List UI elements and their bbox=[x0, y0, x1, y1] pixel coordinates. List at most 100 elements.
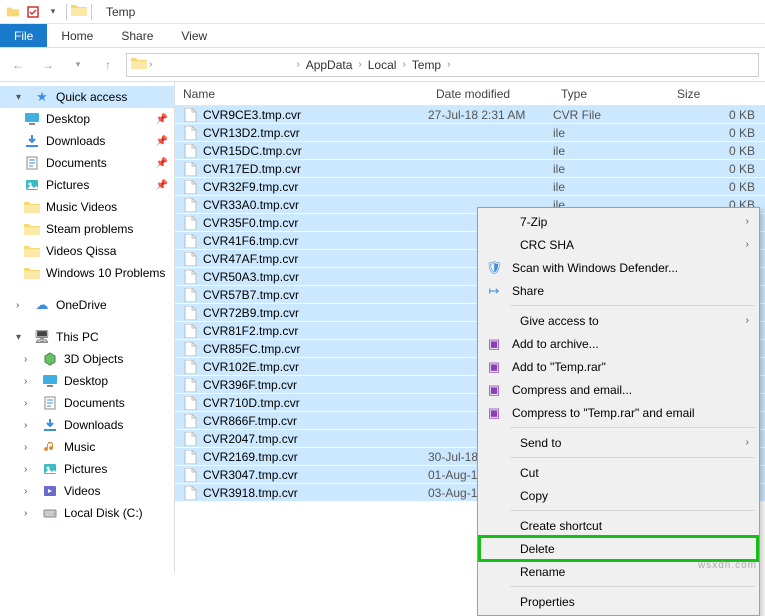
menu-add-archive[interactable]: ▣Add to archive... bbox=[480, 332, 757, 355]
sidebar-item-music-videos[interactable]: Music Videos bbox=[0, 196, 174, 218]
sidebar-item-desktop[interactable]: ›Desktop bbox=[0, 370, 174, 392]
videos-icon bbox=[42, 483, 58, 499]
column-name[interactable]: Name bbox=[175, 87, 428, 101]
chevron-right-icon[interactable]: › bbox=[24, 376, 36, 387]
file-size: 0 KB bbox=[669, 126, 765, 140]
sidebar-item-label: Documents bbox=[46, 156, 107, 170]
back-button[interactable]: ← bbox=[6, 53, 30, 77]
file-name: CVR102E.tmp.cvr bbox=[203, 360, 299, 374]
star-icon: ★ bbox=[34, 89, 50, 105]
chevron-right-icon[interactable]: › bbox=[24, 442, 36, 453]
chevron-down-icon[interactable]: ▾ bbox=[16, 92, 28, 103]
address-bar[interactable]: › › AppData › Local › Temp › bbox=[126, 53, 759, 77]
onedrive-item[interactable]: › ☁ OneDrive bbox=[0, 294, 174, 316]
chevron-right-icon[interactable]: › bbox=[24, 354, 36, 365]
sidebar-item-documents[interactable]: ›Documents bbox=[0, 392, 174, 414]
chevron-right-icon[interactable]: › bbox=[24, 486, 36, 497]
breadcrumb-appdata[interactable]: AppData bbox=[302, 58, 357, 72]
file-row[interactable]: CVR13D2.tmp.cvrile0 KB bbox=[175, 124, 765, 142]
menu-copy[interactable]: Copy bbox=[480, 484, 757, 507]
menu-compress-temprar-email[interactable]: ▣Compress to "Temp.rar" and email bbox=[480, 401, 757, 424]
cloud-icon: ☁ bbox=[34, 297, 50, 313]
sidebar-item-downloads[interactable]: Downloads📌 bbox=[0, 130, 174, 152]
quick-access-header[interactable]: ▾ ★ Quick access bbox=[0, 86, 174, 108]
sidebar-item-steam-problems[interactable]: Steam problems bbox=[0, 218, 174, 240]
menu-7zip[interactable]: 7-Zip› bbox=[480, 210, 757, 233]
menu-defender[interactable]: 🛡Scan with Windows Defender... bbox=[480, 256, 757, 279]
menu-properties[interactable]: Properties bbox=[480, 590, 757, 613]
pin-icon: 📌 bbox=[156, 180, 168, 191]
breadcrumb-temp[interactable]: Temp bbox=[408, 58, 445, 72]
file-type: ile bbox=[553, 180, 669, 194]
file-name: CVR81F2.tmp.cvr bbox=[203, 324, 298, 338]
sidebar-item-downloads[interactable]: ›Downloads bbox=[0, 414, 174, 436]
documents-icon bbox=[42, 395, 58, 411]
pictures-icon bbox=[42, 461, 58, 477]
file-tab[interactable]: File bbox=[0, 24, 47, 47]
folder-icon bbox=[24, 265, 40, 281]
properties-icon[interactable] bbox=[24, 3, 42, 21]
chevron-right-icon[interactable]: › bbox=[24, 508, 36, 519]
titlebar: ▾ Temp bbox=[0, 0, 765, 24]
chevron-right-icon[interactable]: › bbox=[24, 398, 36, 409]
sidebar-item-label: Downloads bbox=[46, 134, 105, 148]
chevron-right-icon: › bbox=[746, 239, 749, 250]
menu-send-to[interactable]: Send to› bbox=[480, 431, 757, 454]
menu-cut[interactable]: Cut bbox=[480, 461, 757, 484]
file-name: CVR2169.tmp.cvr bbox=[203, 450, 298, 464]
share-icon: ↦ bbox=[484, 281, 504, 301]
chevron-right-icon[interactable]: › bbox=[24, 464, 36, 475]
column-date[interactable]: Date modified bbox=[428, 87, 553, 101]
column-type[interactable]: Type bbox=[553, 87, 669, 101]
file-name: CVR17ED.tmp.cvr bbox=[203, 162, 301, 176]
menu-create-shortcut[interactable]: Create shortcut bbox=[480, 514, 757, 537]
this-pc-header[interactable]: ▾ 🖥 This PC bbox=[0, 326, 174, 348]
this-pc-label: This PC bbox=[56, 330, 99, 344]
menu-delete[interactable]: Delete bbox=[480, 537, 757, 560]
sidebar-item-windows-10-problems[interactable]: Windows 10 Problems bbox=[0, 262, 174, 284]
menu-share[interactable]: ↦Share bbox=[480, 279, 757, 302]
downloads-icon bbox=[24, 133, 40, 149]
file-row[interactable]: CVR9CE3.tmp.cvr27-Jul-18 2:31 AMCVR File… bbox=[175, 106, 765, 124]
sidebar-item-videos-qissa[interactable]: Videos Qissa bbox=[0, 240, 174, 262]
chevron-right-icon[interactable]: › bbox=[149, 59, 152, 70]
menu-compress-email[interactable]: ▣Compress and email... bbox=[480, 378, 757, 401]
chevron-down-icon[interactable]: ▾ bbox=[44, 3, 62, 21]
sidebar-item-music[interactable]: ›Music bbox=[0, 436, 174, 458]
column-size[interactable]: Size bbox=[669, 87, 765, 101]
sidebar-item-label: Local Disk (C:) bbox=[64, 506, 143, 520]
file-size: 0 KB bbox=[669, 108, 765, 122]
sidebar-item-documents[interactable]: Documents📌 bbox=[0, 152, 174, 174]
sidebar-item-pictures[interactable]: ›Pictures bbox=[0, 458, 174, 480]
menu-give-access[interactable]: Give access to› bbox=[480, 309, 757, 332]
view-tab[interactable]: View bbox=[167, 24, 221, 47]
sidebar-item-videos[interactable]: ›Videos bbox=[0, 480, 174, 502]
sidebar-item-desktop[interactable]: Desktop📌 bbox=[0, 108, 174, 130]
file-size: 0 KB bbox=[669, 180, 765, 194]
file-name: CVR15DC.tmp.cvr bbox=[203, 144, 302, 158]
file-row[interactable]: CVR32F9.tmp.cvrile0 KB bbox=[175, 178, 765, 196]
chevron-right-icon[interactable]: › bbox=[358, 59, 361, 70]
file-row[interactable]: CVR17ED.tmp.cvrile0 KB bbox=[175, 160, 765, 178]
chevron-right-icon[interactable]: › bbox=[296, 59, 299, 70]
up-button[interactable]: ↑ bbox=[96, 53, 120, 77]
file-name: CVR50A3.tmp.cvr bbox=[203, 270, 299, 284]
chevron-right-icon[interactable]: › bbox=[402, 59, 405, 70]
forward-button[interactable]: → bbox=[36, 53, 60, 77]
chevron-right-icon[interactable]: › bbox=[16, 300, 28, 311]
menu-add-temprar[interactable]: ▣Add to "Temp.rar" bbox=[480, 355, 757, 378]
breadcrumb-local[interactable]: Local bbox=[364, 58, 401, 72]
share-tab[interactable]: Share bbox=[107, 24, 167, 47]
file-name: CVR710D.tmp.cvr bbox=[203, 396, 300, 410]
sidebar-item-label: Music Videos bbox=[46, 200, 117, 214]
sidebar-item-3d-objects[interactable]: ›3D Objects bbox=[0, 348, 174, 370]
file-row[interactable]: CVR15DC.tmp.cvrile0 KB bbox=[175, 142, 765, 160]
sidebar-item-local-disk-c-[interactable]: › Local Disk (C:) bbox=[0, 502, 174, 524]
sidebar-item-pictures[interactable]: Pictures📌 bbox=[0, 174, 174, 196]
home-tab[interactable]: Home bbox=[47, 24, 107, 47]
recent-dropdown[interactable]: ▾ bbox=[66, 53, 90, 77]
chevron-down-icon[interactable]: ▾ bbox=[16, 332, 28, 343]
chevron-right-icon[interactable]: › bbox=[24, 420, 36, 431]
chevron-right-icon[interactable]: › bbox=[447, 59, 450, 70]
menu-crc-sha[interactable]: CRC SHA› bbox=[480, 233, 757, 256]
